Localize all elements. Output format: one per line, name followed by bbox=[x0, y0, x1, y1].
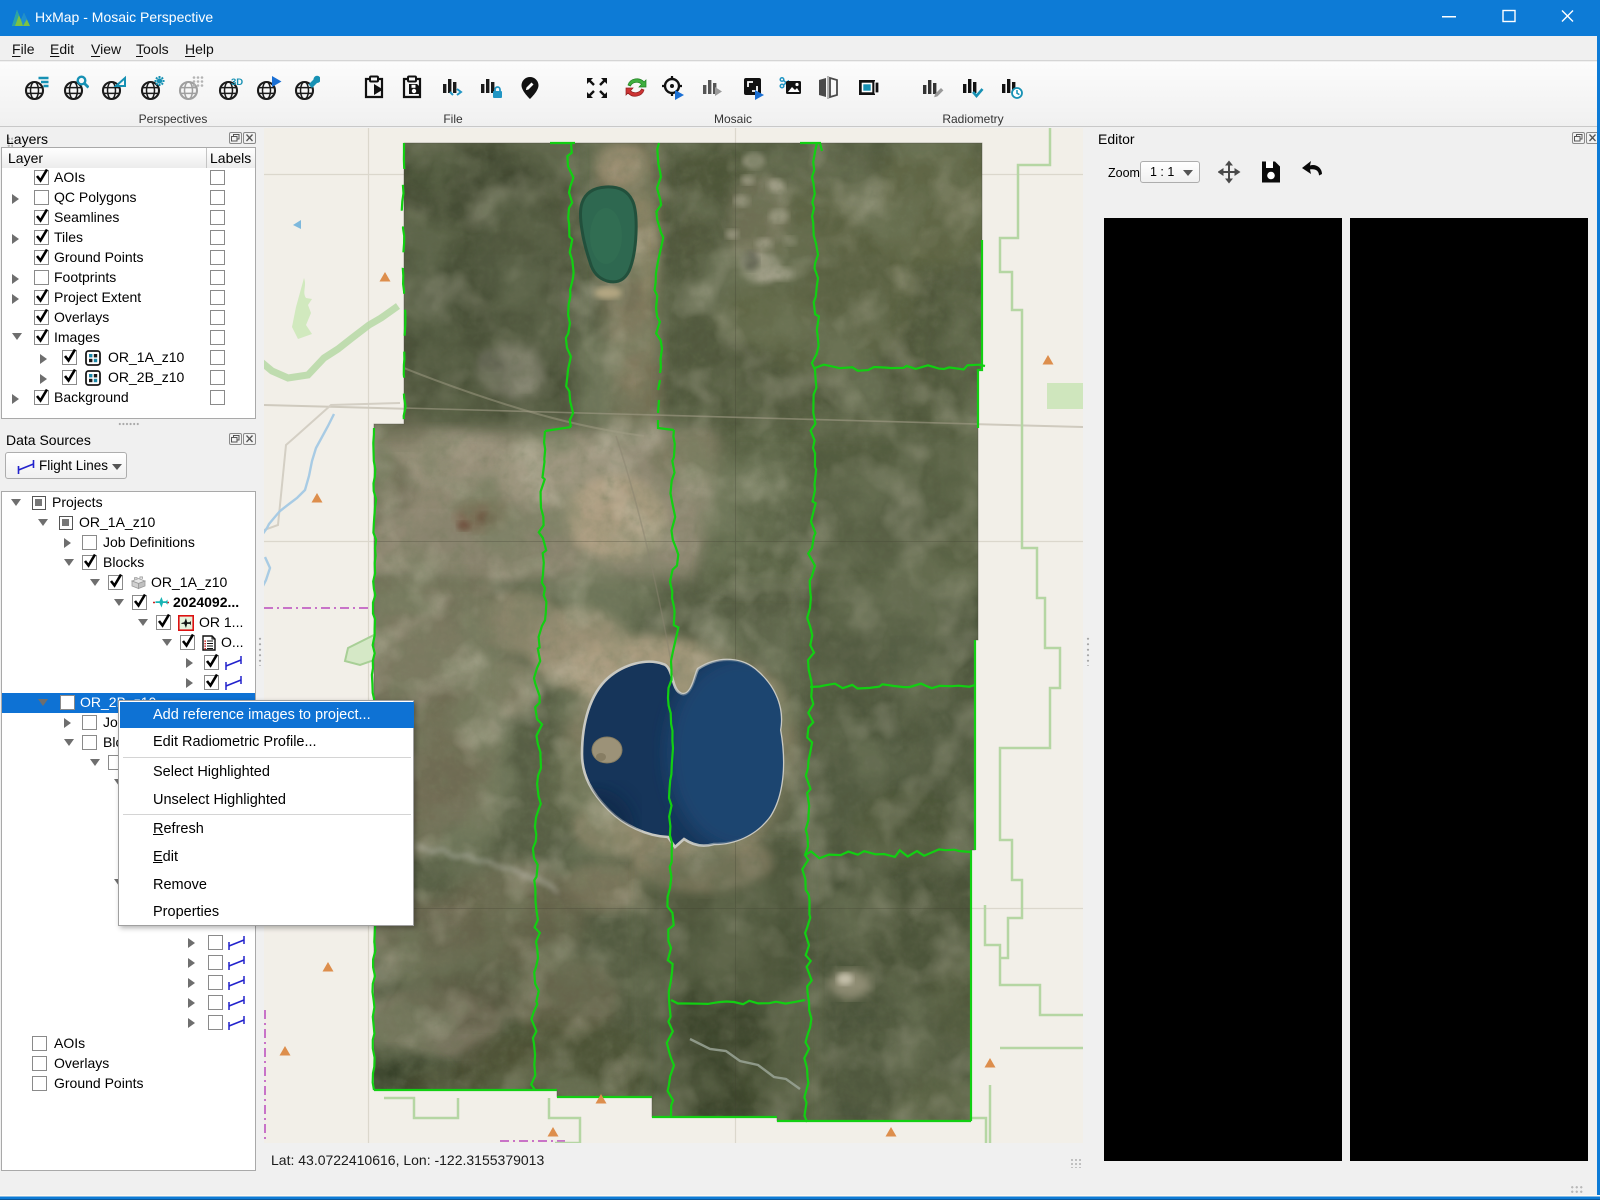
svg-text:3D: 3D bbox=[231, 77, 243, 88]
